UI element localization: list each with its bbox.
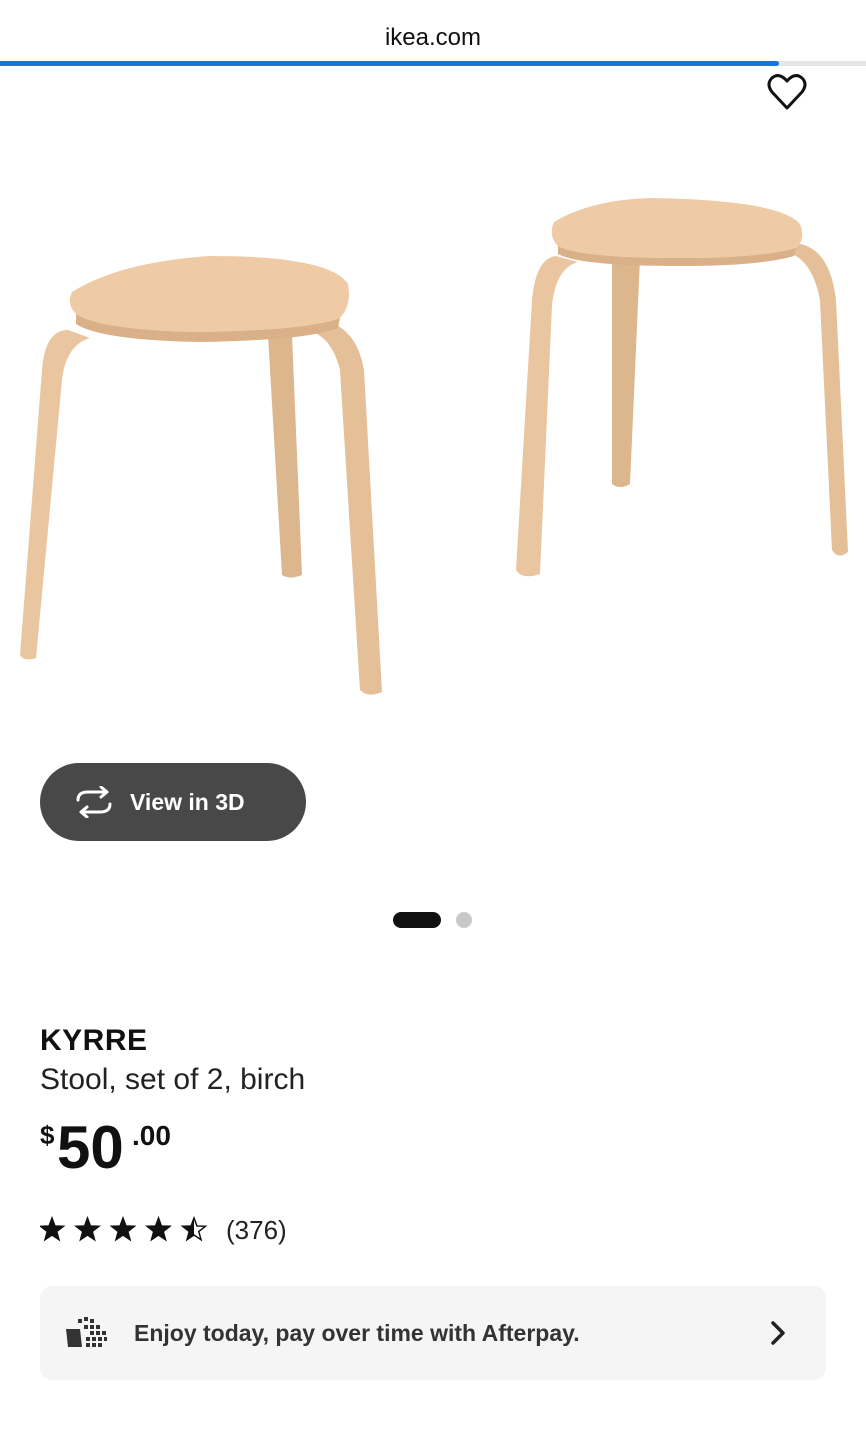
view-in-3d-button[interactable]: View in 3D [40,763,306,841]
product-brand: KYRRE [40,1024,148,1057]
rotate-3d-icon [76,786,112,818]
product-image-carousel[interactable] [0,92,866,772]
carousel-dot[interactable] [456,912,472,928]
price-currency: $ [40,1120,55,1150]
star-rating-icon [40,1215,208,1242]
star-fill [40,1218,64,1240]
afterpay-banner[interactable]: Enjoy today, pay over time with Afterpay… [40,1286,826,1380]
view-in-3d-label: View in 3D [130,788,245,815]
stool-left [20,256,382,695]
product-rating[interactable]: (376) [40,1212,287,1248]
review-count[interactable]: (376) [226,1215,287,1246]
star-fill [147,1218,170,1240]
afterpay-text: Enjoy today, pay over time with Afterpay… [134,1319,580,1346]
price-cents: .00 [132,1120,171,1151]
chevron-right-icon [771,1321,785,1345]
star-fill [76,1218,99,1240]
page-load-progress-fill [0,61,780,66]
next-section-clipped [40,1426,826,1440]
carousel-pagination[interactable] [0,911,866,929]
product-image [20,198,848,695]
star-fill [111,1218,135,1240]
stool-right [516,198,848,577]
heart-outline-icon[interactable] [766,72,808,112]
product-description: Stool, set of 2, birch [40,1063,306,1096]
page-load-progress [0,61,866,66]
afterpay-logo-icon [66,1317,107,1347]
browser-address-bar[interactable]: ikea.com [0,0,866,66]
url-text[interactable]: ikea.com [0,24,866,52]
price-whole: 50 [57,1114,124,1181]
carousel-dot-active[interactable] [393,912,441,928]
